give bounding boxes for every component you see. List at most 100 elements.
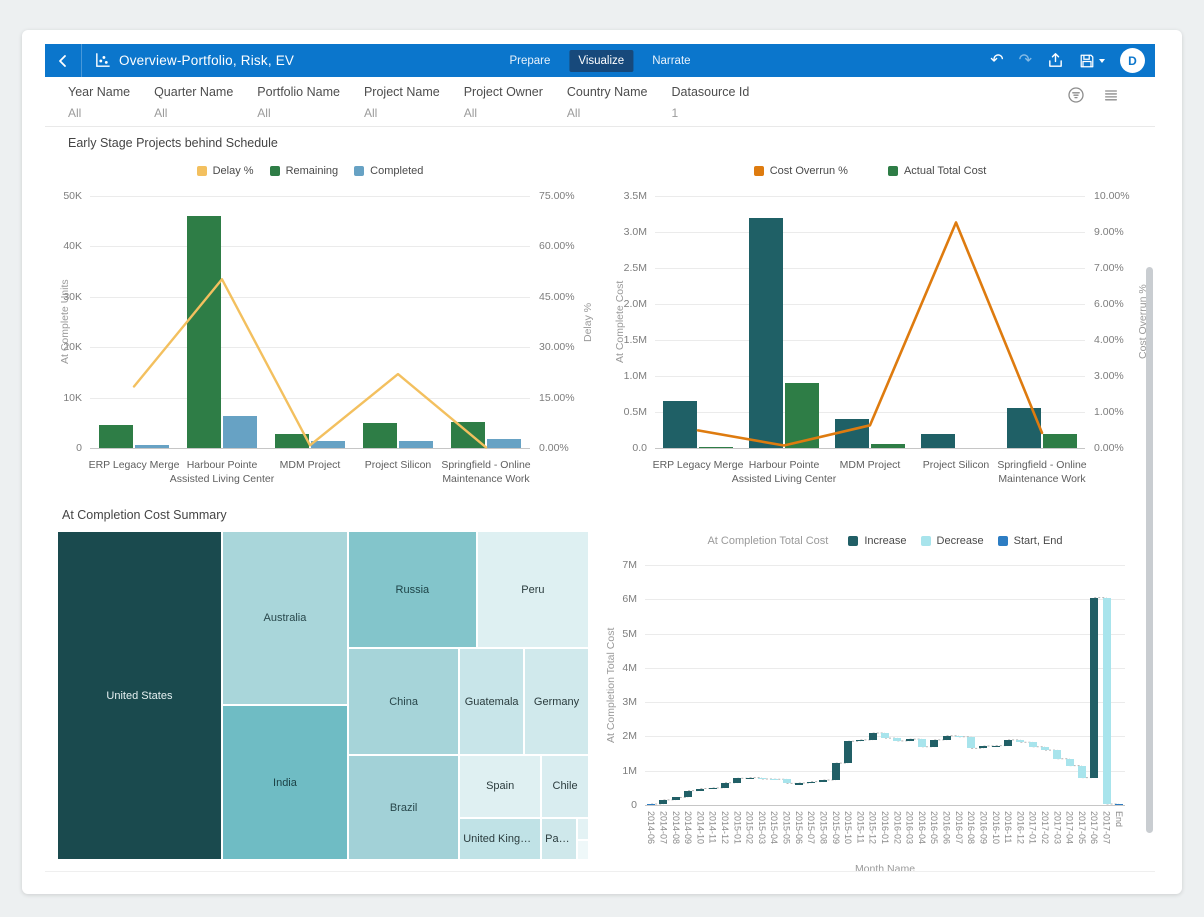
save-dropdown-caret-icon[interactable] <box>1099 59 1105 63</box>
waterfall-bar-2016-04[interactable] <box>918 739 926 747</box>
waterfall-bar-2017-02[interactable] <box>1041 747 1049 750</box>
x-axis-tick: 2015-05 <box>782 811 791 857</box>
avatar[interactable]: D <box>1120 48 1145 73</box>
tab-visualize[interactable]: Visualize <box>569 50 633 72</box>
waterfall-bar-2015-06[interactable] <box>795 783 803 785</box>
export-icon[interactable] <box>1047 52 1064 69</box>
tab-narrate[interactable]: Narrate <box>643 50 699 72</box>
filter-quarter-name[interactable]: Quarter NameAll <box>154 85 233 120</box>
waterfall-bar-2016-10[interactable] <box>992 746 1000 748</box>
waterfall-bar-2015-02[interactable] <box>746 778 754 780</box>
left-axis-title: At Complete Units <box>59 196 71 448</box>
treemap-cell-united-states[interactable]: United States <box>57 531 222 860</box>
right-axis-tick: 0.00% <box>1094 442 1124 454</box>
legend-item-actual-total-cost[interactable]: Actual Total Cost <box>888 165 986 177</box>
x-axis-tick: 2015-09 <box>831 811 840 857</box>
tab-prepare[interactable]: Prepare <box>500 50 559 72</box>
category-label: Springfield - Online Maintenance Work <box>431 458 541 486</box>
legend-item-increase[interactable]: Increase <box>848 535 906 547</box>
treemap-cell-russia[interactable]: Russia <box>348 531 477 648</box>
filter-year-name[interactable]: Year Name All <box>68 85 130 120</box>
x-axis-tick: 2016-10 <box>991 811 1000 857</box>
waterfall-bar-2014-08[interactable] <box>672 797 680 799</box>
legend-item-remaining[interactable]: Remaining <box>270 165 339 177</box>
waterfall-bar-2017-03[interactable] <box>1053 750 1061 759</box>
gridline <box>90 448 530 449</box>
waterfall-bar-2016-03[interactable] <box>906 739 914 741</box>
waterfall-bar-2017-01[interactable] <box>1029 742 1037 746</box>
waterfall-bar-2017-06[interactable] <box>1090 598 1098 778</box>
waterfall-bar-2015-03[interactable] <box>758 778 766 780</box>
treemap-cell-india[interactable]: India <box>222 705 348 860</box>
waterfall-bar-2017-04[interactable] <box>1066 759 1074 766</box>
filter-project-name[interactable]: Project NameAll <box>364 85 440 120</box>
waterfall-bar-2016-01[interactable] <box>881 733 889 738</box>
x-axis-tick: 2017-06 <box>1089 811 1098 857</box>
treemap-cell-united-kingdom[interactable]: United Kingdom <box>459 818 541 860</box>
waterfall-bar-2016-02[interactable] <box>893 738 901 741</box>
limit-values-icon[interactable] <box>1067 86 1085 104</box>
waterfall-bar-2015-10[interactable] <box>844 741 852 763</box>
treemap-cell-pan[interactable]: Pan... <box>541 818 577 860</box>
waterfall-bar-2015-08[interactable] <box>819 780 827 782</box>
filter-country-name[interactable]: Country NameAll <box>567 85 648 120</box>
undo-icon[interactable]: ↶ <box>990 53 1003 69</box>
treemap-cell-guatemala[interactable]: Guatemala <box>459 648 524 755</box>
save-button[interactable] <box>1079 53 1105 69</box>
treemap-cell-germany[interactable]: Germany <box>524 648 589 755</box>
treemap-cell-chile[interactable]: Chile <box>541 755 589 818</box>
legend-item-cost-overrun[interactable]: Cost Overrun % <box>754 165 848 177</box>
filter-portfolio-name[interactable]: Portfolio NameAll <box>257 85 340 120</box>
treemap-cell-brazil[interactable]: Brazil <box>348 755 459 860</box>
waterfall-bar-2014-06[interactable] <box>647 804 655 806</box>
waterfall-bar-2016-07[interactable] <box>955 736 963 738</box>
waterfall-bar-2016-06[interactable] <box>943 736 951 740</box>
back-button[interactable] <box>45 44 81 77</box>
filter-datasource-id[interactable]: Datasource Id1 <box>672 85 750 120</box>
treemap-completion-cost: United StatesAustraliaIndiaRussiaPeruChi… <box>57 531 589 860</box>
waterfall-bar-2015-01[interactable] <box>733 778 741 782</box>
waterfall-bar-2015-12[interactable] <box>869 733 877 740</box>
legend-label: Increase <box>864 535 906 547</box>
x-axis-tick: 2017-01 <box>1028 811 1037 857</box>
treemap-cell-small[interactable] <box>577 818 589 840</box>
waterfall-bar-2016-08[interactable] <box>967 737 975 749</box>
delay-line[interactable] <box>90 196 530 448</box>
cost-overrun-line[interactable] <box>655 196 1085 448</box>
waterfall-bar-2017-07[interactable] <box>1103 598 1111 804</box>
waterfall-bar-2015-04[interactable] <box>770 779 778 781</box>
waterfall-bar-2014-09[interactable] <box>684 791 692 798</box>
x-axis-tick: 2016-07 <box>954 811 963 857</box>
waterfall-bar-2015-07[interactable] <box>807 782 815 784</box>
legend-item-completed[interactable]: Completed <box>354 165 423 177</box>
filter-project-owner[interactable]: Project OwnerAll <box>464 85 543 120</box>
filter-label: Year Name <box>68 85 130 99</box>
waterfall-bar-end[interactable] <box>1115 804 1123 806</box>
waterfall-bar-2017-05[interactable] <box>1078 766 1086 778</box>
waterfall-bar-2016-11[interactable] <box>1004 740 1012 746</box>
waterfall-bar-2014-07[interactable] <box>659 800 667 804</box>
legend-item-delay[interactable]: Delay % <box>197 165 254 177</box>
waterfall-bar-2014-12[interactable] <box>721 783 729 788</box>
waterfall-bar-2015-09[interactable] <box>832 763 840 780</box>
treemap-cell-australia[interactable]: Australia <box>222 531 348 705</box>
treemap-cell-peru[interactable]: Peru <box>477 531 589 648</box>
treemap-cell-small[interactable] <box>577 840 589 860</box>
legend-item-decrease[interactable]: Decrease <box>921 535 984 547</box>
treemap-cell-china[interactable]: China <box>348 648 459 755</box>
waterfall-bar-2015-05[interactable] <box>783 779 791 783</box>
x-axis-tick: 2017-02 <box>1040 811 1049 857</box>
menu-icon[interactable] <box>1103 87 1119 103</box>
waterfall-bar-2016-05[interactable] <box>930 740 938 747</box>
vertical-scrollbar[interactable] <box>1146 267 1153 833</box>
waterfall-bar-2016-12[interactable] <box>1016 740 1024 742</box>
right-axis-tick: 3.00% <box>1094 370 1124 382</box>
treemap-cell-spain[interactable]: Spain <box>459 755 541 818</box>
redo-icon[interactable]: ↷ <box>1019 53 1032 69</box>
filter-value: All <box>68 106 130 120</box>
waterfall-bar-2016-09[interactable] <box>979 746 987 748</box>
waterfall-bar-2015-11[interactable] <box>856 740 864 742</box>
waterfall-bar-2014-11[interactable] <box>709 788 717 790</box>
legend-item-start-end[interactable]: Start, End <box>998 535 1063 547</box>
waterfall-bar-2014-10[interactable] <box>696 789 704 791</box>
